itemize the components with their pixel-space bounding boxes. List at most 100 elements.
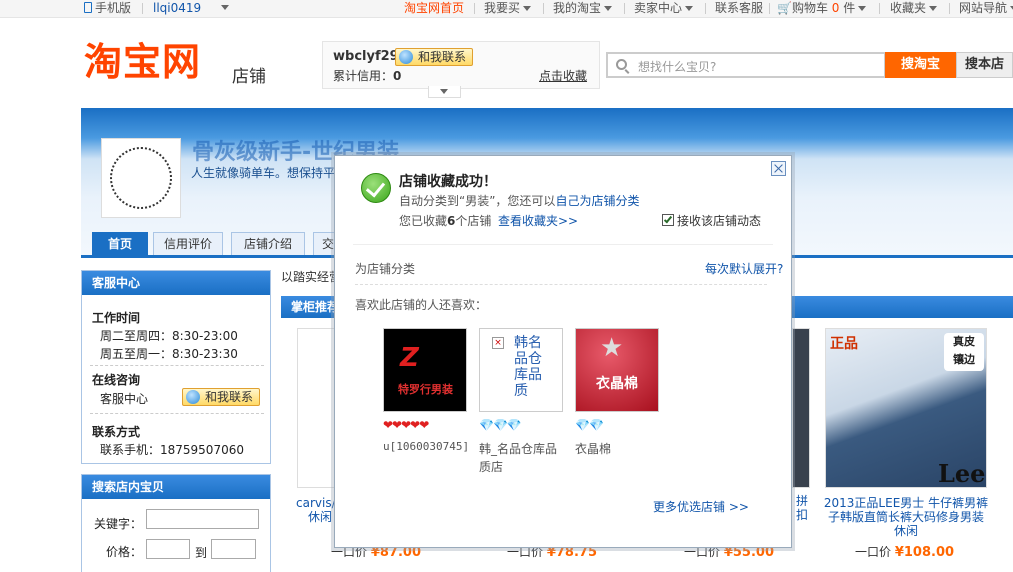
search-input[interactable]: 想找什么宝贝? <box>606 52 886 78</box>
divider <box>353 244 773 245</box>
close-icon[interactable] <box>771 161 786 176</box>
tab-shop-intro[interactable]: 店铺介绍 <box>231 232 305 255</box>
work-time-weekday: 周二至周四：8:30-23:00 <box>100 329 238 343</box>
divider <box>769 3 770 14</box>
site-nav-menu[interactable]: 网站导航 <box>959 0 1013 16</box>
shop-slogan: 人生就像骑单车。想保持平 <box>191 166 336 180</box>
my-taobao-menu[interactable]: 我的淘宝 <box>553 0 613 16</box>
username-link[interactable]: llqi0419 <box>153 0 201 16</box>
tab-home[interactable]: 首页 <box>92 232 148 255</box>
product-image[interactable] <box>792 328 810 488</box>
cart-menu[interactable]: 🛒购物车 0 件 <box>777 0 867 16</box>
chevron-down-icon <box>685 6 694 11</box>
price-max-input[interactable] <box>211 539 256 559</box>
chevron-down-icon[interactable] <box>221 5 229 10</box>
recommended-shop-name[interactable]: 衣晶棉 <box>575 440 611 457</box>
chevron-down-icon <box>604 6 613 11</box>
chevron-down-icon <box>440 89 448 94</box>
custom-category-link[interactable]: 自己为店铺分类 <box>555 194 639 208</box>
section-title: 掌柜推荐 <box>291 300 340 314</box>
favorite-success-dialog: 店铺收藏成功！ 自动分类到“男装”，您还可以自己为店铺分类 您已收藏6个店铺 查… <box>334 155 792 548</box>
divider <box>474 3 475 14</box>
product-title[interactable]: 拼扣 <box>793 494 811 522</box>
keyword-input[interactable] <box>146 509 259 529</box>
expand-toggle[interactable] <box>428 86 461 98</box>
seller-card: wbclyf29 和我联系 累计信用：0 点击收藏 <box>322 41 600 89</box>
product-title[interactable]: 2013正品LEE男士 牛仔裤男裤 子韩版直筒长裤大码修身男装 休闲 <box>821 496 991 538</box>
also-like-label: 喜欢此店铺的人还喜欢： <box>355 298 488 312</box>
shop-search-panel: 搜索店内宝贝 关键字： 价格： 到 <box>81 474 271 572</box>
customer-service-link[interactable]: 联系客服 <box>715 0 763 16</box>
contact-seller-button[interactable]: 和我联系 <box>395 48 474 66</box>
check-icon <box>663 214 673 224</box>
seller-name[interactable]: wbclyf29 <box>333 49 399 64</box>
wangwang-icon <box>186 390 200 404</box>
price-to-label: 到 <box>195 546 208 560</box>
receive-updates-label: 接收该店铺动态 <box>677 214 762 228</box>
contact-service-button[interactable]: 和我联系 <box>182 388 261 406</box>
price-min-input[interactable] <box>146 539 190 559</box>
divider <box>543 3 544 14</box>
taobao-logo[interactable]: 淘宝网 <box>84 40 201 84</box>
seller-center-menu[interactable]: 卖家中心 <box>634 0 694 16</box>
categorize-label: 为店铺分类 <box>355 262 416 276</box>
divider <box>624 3 625 14</box>
online-label: 在线咨询 <box>92 373 141 387</box>
mobile-link[interactable]: 手机版 <box>84 0 131 16</box>
rating-diamonds-icon: 💎💎💎 <box>479 418 522 432</box>
favorite-shop-link[interactable]: 点击收藏 <box>539 67 587 84</box>
divider <box>90 365 264 366</box>
keyword-label: 关键字： <box>94 517 143 531</box>
phone-icon <box>84 2 92 13</box>
product-image[interactable]: 正品 真皮 镶边 Lee <box>825 328 987 488</box>
star-icon: ★ <box>600 333 624 363</box>
recommended-shop-name[interactable]: 韩_名品仓库品 质店 <box>479 440 557 476</box>
dialog-count-text: 您已收藏6个店铺 <box>399 214 492 228</box>
taobao-home-link[interactable]: 淘宝网首页 <box>404 0 464 16</box>
search-taobao-button[interactable]: 搜淘宝 <box>885 52 956 78</box>
dialog-title: 店铺收藏成功！ <box>399 174 497 190</box>
search-shop-button[interactable]: 搜本店 <box>956 52 1013 78</box>
favorites-menu[interactable]: 收藏夹 <box>890 0 938 16</box>
product-badge: 真皮 镶边 <box>944 333 984 371</box>
credit-label: 累计信用：0 <box>333 69 402 83</box>
product-price: 一口价 ¥108.00 <box>855 545 955 560</box>
chevron-down-icon <box>523 6 532 11</box>
cart-icon: 🛒 <box>777 1 792 15</box>
divider <box>949 3 950 14</box>
price-label: 价格： <box>106 545 143 559</box>
product-title[interactable]: carvis/休闲 <box>296 496 336 524</box>
divider <box>90 413 264 414</box>
broken-image-icon: × <box>492 337 504 349</box>
product-badge: 正品 <box>830 336 858 352</box>
panel-title: 客服中心 <box>82 271 270 295</box>
divider <box>705 3 706 14</box>
more-shops-link[interactable]: 更多优选店铺 >> <box>653 498 749 515</box>
search-placeholder: 想找什么宝贝? <box>638 60 717 74</box>
recommended-shop-logo[interactable]: Z 特罗行男装 <box>383 328 467 412</box>
divider <box>355 284 767 285</box>
rating-diamonds-icon: 💎💎 <box>575 418 604 432</box>
recommended-shop-logo[interactable]: ★ 衣晶棉 <box>575 328 659 412</box>
view-favorites-link[interactable]: 查看收藏夹>> <box>498 212 578 229</box>
recommended-shop-name[interactable]: u[1060030745] <box>383 440 469 453</box>
divider <box>879 3 880 14</box>
expand-default-link[interactable]: 每次默认展开? <box>705 260 783 277</box>
recommended-shop-logo[interactable]: × 韩名品仓库品质 <box>479 328 563 412</box>
customer-service-panel: 客服中心 工作时间 周二至周四：8:30-23:00 周五至周一：8:30-23… <box>81 270 271 464</box>
chevron-down-icon <box>929 6 938 11</box>
work-time-weekend: 周五至周一：8:30-23:30 <box>100 347 238 361</box>
work-time-label: 工作时间 <box>92 311 141 325</box>
receive-updates-checkbox[interactable] <box>662 214 674 226</box>
shop-avatar[interactable] <box>101 138 181 218</box>
online-service-text: 客服中心 <box>100 392 149 406</box>
rating-hearts-icon: ❤❤❤❤❤ <box>383 418 429 432</box>
chevron-down-icon <box>858 6 867 11</box>
product-image[interactable] <box>297 328 337 488</box>
top-bar: 手机版 llqi0419 淘宝网首页 我要买 我的淘宝 卖家中心 联系客服 🛒购… <box>0 0 1013 18</box>
success-check-icon <box>361 173 391 203</box>
shop-notice: 以踏实经营 <box>281 270 342 284</box>
dialog-category-text: 自动分类到“男装”，您还可以自己为店铺分类 <box>399 194 640 208</box>
buy-menu[interactable]: 我要买 <box>484 0 532 16</box>
tab-credit[interactable]: 信用评价 <box>153 232 223 255</box>
